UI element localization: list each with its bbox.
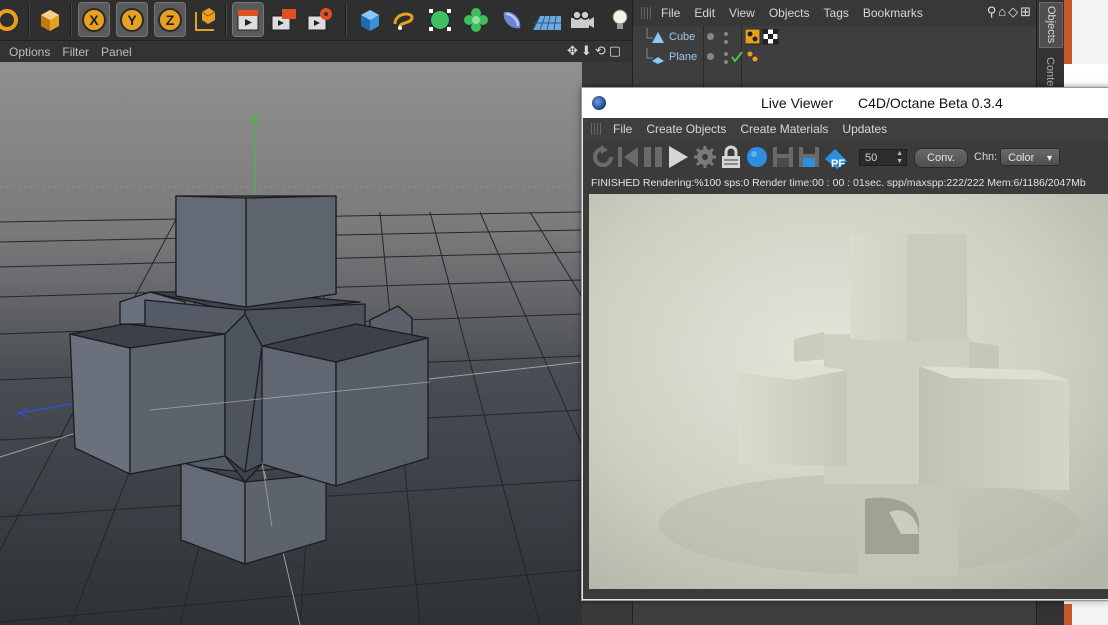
- object-name[interactable]: Cube: [669, 31, 695, 43]
- settings-gear-icon[interactable]: [693, 145, 717, 169]
- save-icon[interactable]: [771, 145, 795, 169]
- lv-menu-create-objects[interactable]: Create Objects: [646, 122, 726, 136]
- lock-icon[interactable]: [719, 145, 743, 169]
- refresh-icon[interactable]: [591, 145, 615, 169]
- live-viewer-menu: File Create Objects Create Materials Upd…: [583, 118, 1108, 140]
- pause-icon[interactable]: [641, 145, 665, 169]
- svg-text:PF: PF: [831, 158, 845, 170]
- tab-content-browser[interactable]: Conte: [1039, 52, 1061, 92]
- svg-text:Z: Z: [166, 12, 175, 28]
- svg-text:X: X: [89, 12, 99, 28]
- cube-primitive-icon[interactable]: [355, 3, 385, 36]
- play-icon[interactable]: [666, 145, 690, 169]
- material-tag-icon[interactable]: [745, 49, 761, 65]
- object-row-plane[interactable]: Plane: [633, 48, 1037, 68]
- render-preview-image: [589, 194, 1108, 589]
- x-axis-lock-icon[interactable]: X: [78, 2, 110, 37]
- object-manager-menu: File Edit View Objects Tags Bookmarks ⚲⌂…: [633, 0, 1037, 26]
- checkmark-icon[interactable]: [731, 51, 743, 63]
- lv-menu-file[interactable]: File: [613, 122, 632, 136]
- om-toolbar-icons[interactable]: ⚲⌂◇⊞: [987, 4, 1033, 20]
- new-window-icon[interactable]: ⊞: [1020, 4, 1033, 19]
- grip-icon[interactable]: [641, 7, 651, 19]
- render-dots-icon[interactable]: [723, 31, 729, 45]
- visibility-dot[interactable]: [707, 33, 714, 40]
- y-axis-lock-icon[interactable]: Y: [116, 2, 148, 37]
- convert-button[interactable]: Conv.: [914, 148, 968, 168]
- back-icon[interactable]: ◇: [1008, 4, 1020, 19]
- live-viewer-toolbar: PF 50 ▲ ▼ Conv. Chn: Color ▼: [583, 140, 1108, 172]
- spline-icon[interactable]: [389, 3, 419, 36]
- om-menu-file[interactable]: File: [661, 6, 680, 20]
- nurbs-icon[interactable]: [425, 3, 455, 36]
- 3d-viewport[interactable]: [0, 62, 582, 625]
- material-tags-icon[interactable]: [745, 29, 779, 45]
- object-row-cube[interactable]: Cube: [633, 28, 1037, 48]
- save-multilayer-icon[interactable]: [797, 145, 821, 169]
- home-icon[interactable]: ⌂: [998, 4, 1008, 19]
- channel-value[interactable]: Color: [1008, 152, 1034, 164]
- search-icon[interactable]: ⚲: [987, 4, 999, 19]
- visibility-dot[interactable]: [707, 53, 714, 60]
- octane-logo-icon: [592, 96, 606, 110]
- render-status-text: FINISHED Rendering:%100 sps:0 Render tim…: [591, 177, 1086, 189]
- viewport-menu-options[interactable]: Options: [9, 45, 50, 59]
- light-icon[interactable]: [605, 3, 635, 36]
- array-icon[interactable]: [461, 3, 491, 36]
- object-name[interactable]: Plane: [669, 51, 697, 63]
- live-viewer-body: File Create Objects Create Materials Upd…: [583, 118, 1108, 599]
- main-toolbar: X Y Z: [0, 0, 632, 41]
- channel-select[interactable]: Color ▼: [1000, 148, 1060, 166]
- render-view-icon[interactable]: [232, 2, 264, 37]
- om-menu-objects[interactable]: Objects: [769, 6, 810, 20]
- z-axis-lock-icon[interactable]: Z: [154, 2, 186, 37]
- om-menu-tags[interactable]: Tags: [824, 6, 849, 20]
- channel-label: Chn:: [974, 151, 998, 163]
- stepper-arrows-icon[interactable]: ▲ ▼: [896, 150, 903, 166]
- sphere-render-icon[interactable]: [745, 145, 769, 169]
- render-dots-icon[interactable]: [723, 51, 729, 65]
- deformer-icon[interactable]: [497, 3, 527, 36]
- grip-icon[interactable]: [591, 123, 601, 135]
- pixel-filter-icon[interactable]: PF: [823, 145, 849, 171]
- tab-objects[interactable]: Objects: [1039, 2, 1063, 48]
- lv-menu-updates[interactable]: Updates: [842, 122, 887, 136]
- live-viewer-titlebar[interactable]: Live Viewer C4D/Octane Beta 0.3.4: [582, 88, 1108, 118]
- spp-stepper[interactable]: 50 ▲ ▼: [859, 149, 907, 166]
- om-menu-bookmarks[interactable]: Bookmarks: [863, 6, 923, 20]
- spp-value[interactable]: 50: [865, 152, 877, 164]
- model-mode-icon[interactable]: [35, 3, 65, 36]
- render-to-picture-viewer-icon[interactable]: [269, 3, 299, 36]
- viewport-menu-bar: Options Filter Panel ✥⬇⟲▢: [0, 41, 632, 62]
- om-menu-view[interactable]: View: [729, 6, 755, 20]
- restart-icon[interactable]: [616, 145, 640, 169]
- cube-object-icon: [652, 32, 664, 43]
- viewport-menu-filter[interactable]: Filter: [62, 45, 89, 59]
- om-menu-edit[interactable]: Edit: [694, 6, 715, 20]
- window-subtitle: C4D/Octane Beta 0.3.4: [858, 95, 1003, 111]
- window-title: Live Viewer: [761, 95, 834, 111]
- camera-icon[interactable]: [567, 3, 597, 36]
- plane-object-icon: [652, 57, 664, 64]
- undo-icon[interactable]: [0, 3, 22, 36]
- svg-text:Y: Y: [127, 12, 137, 28]
- coordinate-system-icon[interactable]: [189, 3, 219, 36]
- floor-icon[interactable]: [531, 3, 561, 36]
- chevron-down-icon[interactable]: ▼: [1045, 149, 1054, 167]
- render-settings-icon[interactable]: [305, 3, 335, 36]
- lv-menu-create-materials[interactable]: Create Materials: [740, 122, 828, 136]
- viewport-navigation-icons[interactable]: ✥⬇⟲▢: [567, 43, 624, 59]
- live-viewer-window: Live Viewer C4D/Octane Beta 0.3.4 File C…: [581, 87, 1108, 601]
- viewport-menu-panel[interactable]: Panel: [101, 45, 132, 59]
